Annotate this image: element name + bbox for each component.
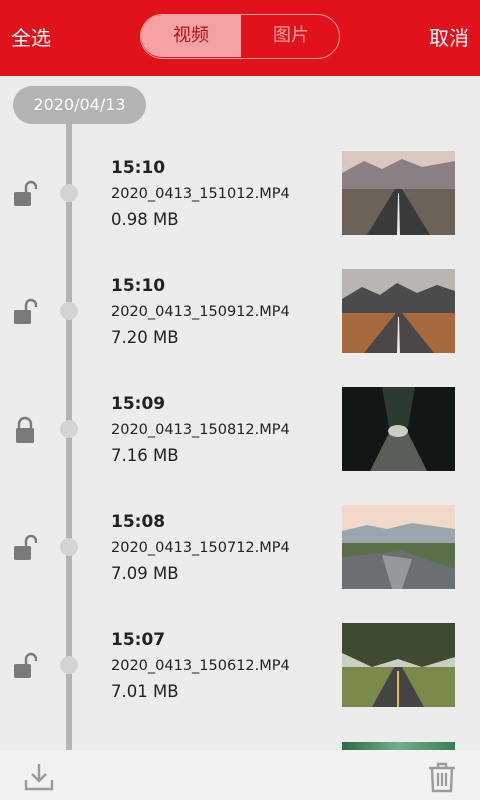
item-filename: 2020_0413_151012.MP4 (111, 186, 290, 202)
list-item[interactable]: 15:10 2020_0413_151012.MP4 0.98 MB (0, 151, 480, 267)
lock-open-icon[interactable] (13, 297, 37, 327)
media-type-toggle: 视频 图片 (140, 14, 340, 59)
top-bar: 全选 视频 图片 取消 (0, 0, 480, 76)
bottom-toolbar (0, 750, 480, 800)
tab-video[interactable]: 视频 (141, 15, 241, 57)
tab-photo[interactable]: 图片 (241, 15, 339, 57)
video-thumbnail[interactable] (342, 269, 455, 353)
select-all-button[interactable]: 全选 (11, 24, 51, 52)
list-item[interactable]: 15:08 2020_0413_150712.MP4 7.09 MB (0, 505, 480, 621)
video-thumbnail-partial[interactable] (342, 742, 455, 750)
video-thumbnail[interactable] (342, 623, 455, 707)
lock-open-icon[interactable] (13, 651, 37, 681)
item-filename: 2020_0413_150612.MP4 (111, 658, 290, 674)
item-size: 7.01 MB (111, 682, 179, 701)
list-item[interactable]: 15:09 2020_0413_150812.MP4 7.16 MB (0, 387, 480, 503)
item-size: 7.20 MB (111, 328, 179, 347)
lock-open-icon[interactable] (13, 179, 37, 209)
timeline-dot (60, 656, 78, 674)
timeline-dot (60, 184, 78, 202)
download-icon[interactable] (23, 762, 55, 792)
timeline-dot (60, 302, 78, 320)
lock-closed-icon[interactable] (13, 415, 37, 445)
video-thumbnail[interactable] (342, 151, 455, 235)
item-size: 7.09 MB (111, 564, 179, 583)
item-filename: 2020_0413_150812.MP4 (111, 422, 290, 438)
cancel-button[interactable]: 取消 (429, 24, 469, 52)
timeline-dot (60, 538, 78, 556)
item-filename: 2020_0413_150912.MP4 (111, 304, 290, 320)
item-time: 15:08 (111, 512, 166, 532)
list-item[interactable]: 15:07 2020_0413_150612.MP4 7.01 MB (0, 623, 480, 739)
video-thumbnail[interactable] (342, 505, 455, 589)
video-thumbnail[interactable] (342, 387, 455, 471)
timeline-dot (60, 420, 78, 438)
date-badge: 2020/04/13 (13, 86, 146, 124)
lock-open-icon[interactable] (13, 533, 37, 563)
list-item[interactable]: 15:10 2020_0413_150912.MP4 7.20 MB (0, 269, 480, 385)
item-time: 15:07 (111, 630, 166, 650)
item-time: 15:10 (111, 158, 166, 178)
item-time: 15:10 (111, 276, 166, 296)
item-size: 7.16 MB (111, 446, 179, 465)
item-filename: 2020_0413_150712.MP4 (111, 540, 290, 556)
item-size: 0.98 MB (111, 210, 179, 229)
item-time: 15:09 (111, 394, 166, 414)
trash-icon[interactable] (428, 761, 456, 793)
